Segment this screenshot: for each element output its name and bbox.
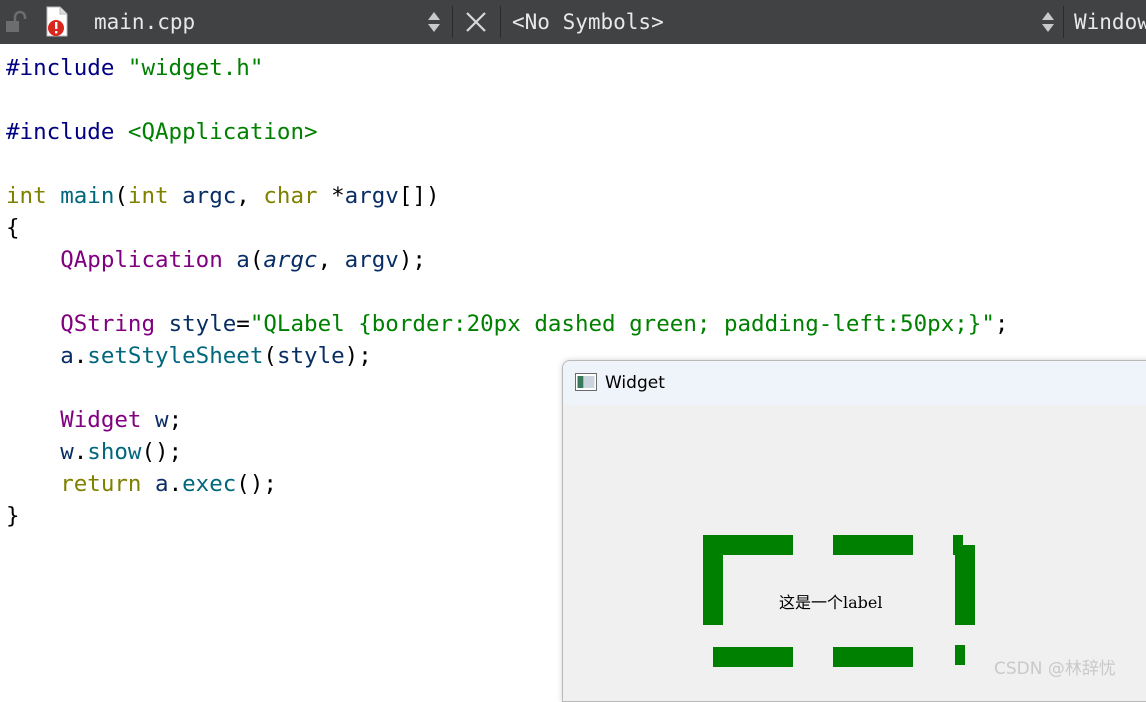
code-line[interactable]: #include <QApplication> <box>6 116 318 148</box>
code-token: * <box>317 183 345 209</box>
border-dash <box>955 645 965 665</box>
close-document-icon[interactable] <box>462 0 490 44</box>
current-file-name[interactable]: main.cpp <box>94 0 195 44</box>
border-dash <box>713 647 793 667</box>
code-token: ; <box>168 407 183 433</box>
toolbar-divider <box>500 6 501 38</box>
code-token: main <box>60 183 115 209</box>
code-token: = <box>236 311 250 337</box>
symbols-dropdown[interactable]: <No Symbols> <box>512 0 664 44</box>
code-token: argc <box>182 183 237 209</box>
code-token: . <box>168 471 183 497</box>
code-line[interactable]: QString style="QLabel {border:20px dashe… <box>6 308 1008 340</box>
qt-app-icon <box>575 373 597 391</box>
code-token: } <box>6 503 20 529</box>
code-token: argv <box>344 183 399 209</box>
code-token: show <box>87 439 142 465</box>
code-line[interactable]: { <box>6 212 20 244</box>
lock-icon[interactable] <box>4 0 28 44</box>
code-token: w <box>155 407 169 433</box>
code-token: #include <box>6 55 128 81</box>
code-line[interactable]: } <box>6 500 20 532</box>
border-dash <box>703 545 723 625</box>
code-token: ; <box>994 311 1009 337</box>
widget-window-title: Widget <box>605 373 665 393</box>
code-token: w <box>60 439 74 465</box>
symbols-dropdown-arrows-icon[interactable] <box>1040 0 1058 44</box>
code-token: Widget <box>60 407 142 433</box>
code-line[interactable]: return a.exec(); <box>6 468 277 500</box>
code-token: { <box>6 215 20 241</box>
code-token: int <box>6 183 47 209</box>
code-token: QString <box>60 311 156 337</box>
code-token: ( <box>249 247 264 273</box>
code-token: setStyleSheet <box>87 343 264 369</box>
border-dash <box>955 545 975 625</box>
code-token: argv <box>344 247 399 273</box>
code-token: ); <box>398 247 426 273</box>
code-token: style <box>168 311 237 337</box>
styled-label-text: 这是一个label <box>779 593 883 612</box>
widget-titlebar[interactable]: Widget <box>563 361 1146 405</box>
code-token: return <box>60 471 142 497</box>
code-token: "widget.h" <box>127 55 264 81</box>
code-token: . <box>73 439 88 465</box>
code-token: exec <box>182 471 237 497</box>
code-token: , <box>317 247 345 273</box>
code-token: QApplication <box>60 247 223 273</box>
code-line[interactable]: #include "widget.h" <box>6 52 263 84</box>
code-line[interactable]: Widget w; <box>6 404 182 436</box>
toolbar-divider <box>452 6 453 38</box>
code-line[interactable]: QApplication a(argc, argv); <box>6 244 426 276</box>
code-line[interactable]: w.show(); <box>6 436 182 468</box>
code-token: []) <box>398 183 440 209</box>
code-line[interactable]: a.setStyleSheet(style); <box>6 340 372 372</box>
file-dropdown-arrows-icon[interactable] <box>426 0 444 44</box>
code-token: "QLabel {border:20px dashed green; paddi… <box>249 311 995 337</box>
code-token: ); <box>344 343 372 369</box>
code-token: a <box>60 343 74 369</box>
cpp-file-icon <box>44 0 72 44</box>
code-token: a <box>155 471 169 497</box>
window-dropdown[interactable]: Window <box>1074 0 1146 44</box>
border-dash <box>833 647 913 667</box>
border-dash <box>833 535 913 555</box>
code-token: <QApplication> <box>127 119 318 145</box>
code-token: ( <box>114 183 128 209</box>
code-token: argc <box>263 247 318 273</box>
code-token: int <box>127 183 169 209</box>
code-token: (); <box>141 439 183 465</box>
code-token: #include <box>6 119 128 145</box>
code-token: char <box>263 183 318 209</box>
widget-window[interactable]: Widget 这是一个label <box>562 360 1146 702</box>
editor-toolbar: main.cpp <No Symbols> Window <box>0 0 1146 44</box>
code-token: a <box>236 247 250 273</box>
code-token: ( <box>263 343 277 369</box>
code-token: , <box>236 183 264 209</box>
code-line[interactable]: int main(int argc, char *argv[]) <box>6 180 440 212</box>
csdn-watermark: CSDN @林辞忧 <box>994 659 1116 679</box>
code-token: . <box>73 343 88 369</box>
toolbar-divider <box>1063 6 1064 38</box>
code-token: style <box>276 343 345 369</box>
code-token: (); <box>236 471 277 497</box>
